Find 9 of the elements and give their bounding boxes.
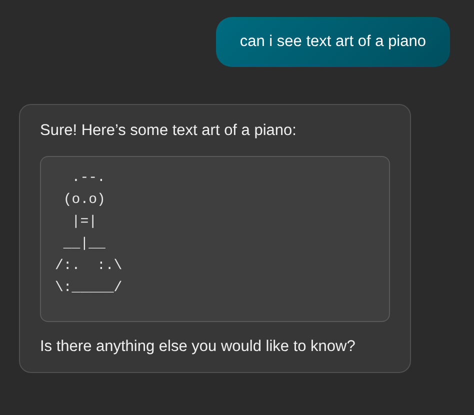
message-text: Sure! Here’s some text art of a piano: [40,121,298,141]
code-line: .--. [70,169,106,188]
code-line: /:. :.\ [55,257,122,276]
message-text: Is there anything else you would like to know? [40,337,356,357]
code-line: __|__ [62,235,106,254]
code-line: |=| [70,213,98,232]
code-line: \:_____/ [55,279,122,298]
user-message: can i see text art of a piano [216,17,450,67]
code-line: (o.o) [62,191,106,210]
